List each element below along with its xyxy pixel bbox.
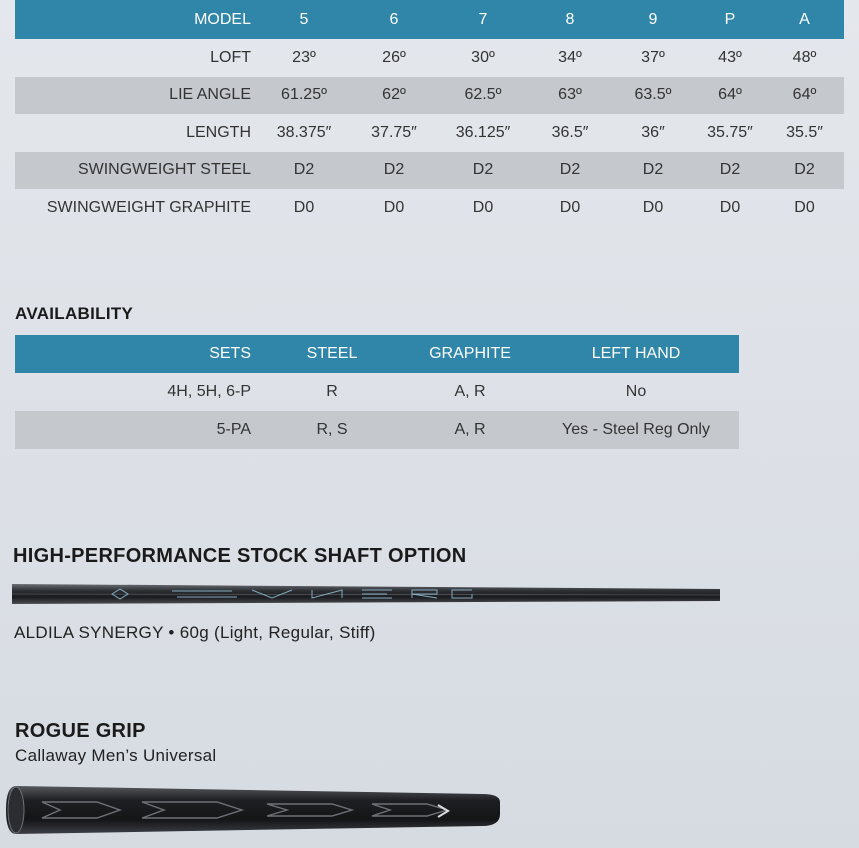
row-label: LOFT <box>210 48 251 66</box>
table-cell: 30º <box>471 48 495 66</box>
specs-row-lie-angle: LIE ANGLE 61.25º 62º 62.5º 63º 63.5º 64º… <box>15 76 844 114</box>
specs-header-model: MODEL <box>194 10 251 28</box>
table-cell: 64º <box>792 86 817 104</box>
table-cell: 48º <box>792 48 817 66</box>
grip-subtitle: Callaway Men’s Universal <box>15 746 217 765</box>
table-cell: 63.5º <box>634 86 672 104</box>
table-cell: 35.5″ <box>786 123 823 141</box>
table-cell: 61.25º <box>281 86 327 104</box>
table-cell: D0 <box>383 198 405 216</box>
table-cell: D0 <box>559 198 581 216</box>
specs-row-swingweight-steel: SWINGWEIGHT STEEL D2 D2 D2 D2 D2 D2 D2 <box>15 151 844 189</box>
availability-title: AVAILABILITY <box>15 304 134 323</box>
table-cell: D2 <box>719 161 741 179</box>
specs-header-cell: 7 <box>478 10 488 28</box>
table-cell: 36.5″ <box>551 123 589 141</box>
availability-header-cell: GRAPHITE <box>429 345 511 362</box>
availability-header-cell: STEEL <box>306 345 358 362</box>
availability-table: SETS STEEL GRAPHITE LEFT HAND 4H, 5H, 6-… <box>15 335 739 449</box>
table-cell: 36.125″ <box>455 123 511 141</box>
table-cell: 4H, 5H, 6-P <box>167 383 251 400</box>
table-cell: 62º <box>382 86 406 104</box>
specs-header-cell: 5 <box>299 10 309 28</box>
table-cell: Yes - Steel Reg Only <box>562 421 710 438</box>
table-row: 5-PA R, S A, R Yes - Steel Reg Only <box>15 411 739 449</box>
availability-header-cell: LEFT HAND <box>591 345 681 362</box>
table-cell: 63º <box>558 86 582 104</box>
table-cell: D0 <box>794 198 815 216</box>
table-cell: 5-PA <box>216 421 251 438</box>
table-cell: D2 <box>794 161 815 179</box>
specs-header-cell: P <box>724 10 736 28</box>
grip-title: ROGUE GRIP <box>15 720 146 742</box>
table-cell: D2 <box>472 161 494 179</box>
specs-header-cell: 8 <box>565 10 575 28</box>
shaft-image <box>11 582 721 611</box>
table-cell: D0 <box>719 198 741 216</box>
table-cell: 34º <box>558 48 582 66</box>
table-cell: D2 <box>293 161 315 179</box>
table-cell: No <box>625 383 647 400</box>
table-cell: A, R <box>454 383 486 400</box>
table-cell: D2 <box>559 161 581 179</box>
table-cell: 62.5º <box>464 86 502 104</box>
table-cell: A, R <box>454 421 486 438</box>
specs-row-length: LENGTH 38.375″ 37.75″ 36.125″ 36.5″ 36″ … <box>15 114 844 152</box>
table-cell: D0 <box>472 198 494 216</box>
availability-header-cell: SETS <box>209 345 251 362</box>
specs-header-cell: 6 <box>389 10 399 28</box>
shaft-title: HIGH-PERFORMANCE STOCK SHAFT OPTION <box>13 545 467 567</box>
table-cell: 37º <box>641 48 665 66</box>
table-cell: D0 <box>293 198 315 216</box>
table-cell: 64º <box>718 86 742 104</box>
specs-header-row: MODEL 5 6 7 8 9 P A <box>15 0 844 39</box>
availability-header-row: SETS STEEL GRAPHITE LEFT HAND <box>15 335 739 373</box>
table-cell: R <box>326 383 338 400</box>
table-cell: 35.75″ <box>707 123 753 141</box>
table-cell: 37.75″ <box>371 123 417 141</box>
table-cell: 23º <box>292 48 316 66</box>
table-cell: 38.375″ <box>276 123 332 141</box>
row-label: SWINGWEIGHT GRAPHITE <box>46 198 251 216</box>
table-cell: R, S <box>316 421 348 438</box>
specs-table: MODEL 5 6 7 8 9 P A LOFT 23º 26º 30º 34º… <box>15 0 844 227</box>
specs-header-cell: 9 <box>648 10 658 28</box>
row-label: SWINGWEIGHT STEEL <box>77 161 251 179</box>
row-label: LENGTH <box>186 123 251 141</box>
specs-row-swingweight-graphite: SWINGWEIGHT GRAPHITE D0 D0 D0 D0 D0 D0 D… <box>15 189 844 227</box>
table-cell: 26º <box>382 48 406 66</box>
table-cell: D0 <box>642 198 664 216</box>
specs-header-cell: A <box>799 10 810 28</box>
table-cell: D2 <box>642 161 664 179</box>
shaft-caption: ALDILA SYNERGY • 60g (Light, Regular, St… <box>14 623 376 642</box>
row-label: LIE ANGLE <box>169 86 251 104</box>
table-cell: 43º <box>718 48 742 66</box>
grip-image <box>2 780 502 847</box>
table-row: 4H, 5H, 6-P R A, R No <box>15 373 739 411</box>
table-cell: D2 <box>383 161 405 179</box>
table-cell: 36″ <box>641 123 665 141</box>
specs-row-loft: LOFT 23º 26º 30º 34º 37º 43º 48º <box>15 39 844 77</box>
